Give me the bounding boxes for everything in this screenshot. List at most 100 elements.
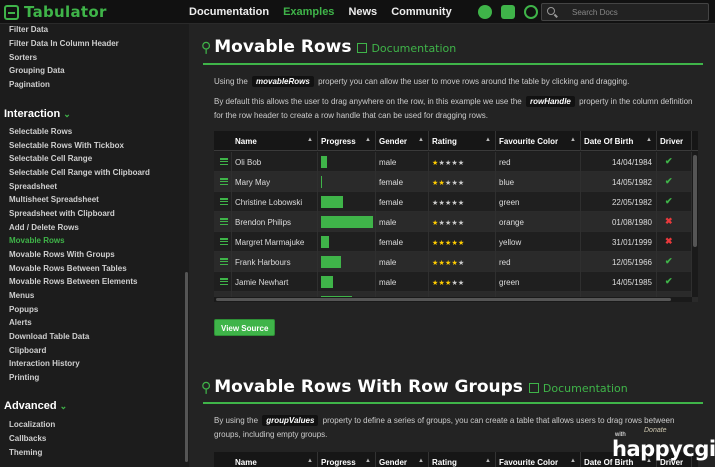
table-horizontal-scrollbar[interactable]: [214, 297, 692, 302]
column-header-favourite-color[interactable]: Favourite Color ▲: [496, 131, 581, 151]
star-rating[interactable]: ★★★★★: [432, 260, 464, 267]
column-header-gender[interactable]: Gender ▲: [376, 452, 429, 467]
sidebar-item-grouping-data[interactable]: Grouping Data: [9, 66, 65, 75]
table-row[interactable]: Brendon Philips male ★★★★★ orange 01/08/1980…: [214, 212, 698, 232]
sidebar-item-selectable-rows-with-tickbox[interactable]: Selectable Rows With Tickbox: [9, 141, 124, 150]
table-row[interactable]: Oli Bob male ★★★★★ red 14/04/1984 ✔: [214, 152, 698, 172]
nav-community[interactable]: Community: [391, 6, 452, 18]
sidebar-item-clipboard[interactable]: Clipboard: [9, 346, 46, 355]
nav-documentation[interactable]: Documentation: [189, 6, 269, 18]
star-rating[interactable]: ★★★★★: [432, 180, 464, 187]
column-header-label: Gender: [379, 458, 408, 467]
cell-driver: ✔: [657, 272, 692, 292]
star-rating[interactable]: ★★★★★: [432, 240, 464, 247]
sidebar-item-printing[interactable]: Printing: [9, 373, 39, 382]
column-header-gender[interactable]: Gender ▲: [376, 131, 429, 151]
github-icon[interactable]: [478, 5, 492, 19]
sidebar-item-movable-rows-between-elements[interactable]: Movable Rows Between Elements: [9, 277, 137, 286]
sort-arrow-icon[interactable]: ▲: [307, 458, 313, 464]
sidebar-item-interaction-history[interactable]: Interaction History: [9, 359, 80, 368]
sort-arrow-icon[interactable]: ▲: [485, 137, 491, 143]
table-row[interactable]: Jamie Newhart male ★★★★★ green 14/05/1985 ✔: [214, 272, 698, 292]
reddit-icon[interactable]: [524, 5, 538, 19]
sidebar-item-pagination[interactable]: Pagination: [9, 80, 50, 89]
brand-logo[interactable]: Tabulator: [4, 3, 107, 21]
star-rating[interactable]: ★★★★★: [432, 280, 464, 287]
table-row[interactable]: Margret Marmajuke female ★★★★★ yellow 31/01/…: [214, 232, 698, 252]
sidebar-item-download-table-data[interactable]: Download Table Data: [9, 332, 89, 341]
nav-news[interactable]: News: [348, 6, 377, 18]
cell-progress: [318, 192, 376, 212]
sidebar-item-alerts[interactable]: Alerts: [9, 318, 32, 327]
sidebar-item-spreadsheet-with-clipboard[interactable]: Spreadsheet with Clipboard: [9, 209, 115, 218]
sidebar-item-movable-rows[interactable]: Movable Rows: [9, 236, 65, 245]
sidebar-item-callbacks[interactable]: Callbacks: [9, 434, 46, 443]
sidebar-item-spreadsheet[interactable]: Spreadsheet: [9, 182, 57, 191]
sort-arrow-icon[interactable]: ▲: [570, 458, 576, 464]
search-input[interactable]: Search Docs: [541, 3, 709, 21]
drag-handle-icon[interactable]: [220, 258, 228, 266]
drag-handle-icon[interactable]: [220, 198, 228, 206]
star-rating[interactable]: ★★★★★: [432, 160, 464, 167]
star-rating[interactable]: ★★★★★: [432, 200, 464, 207]
sidebar-item-movable-rows-between-tables[interactable]: Movable Rows Between Tables: [9, 264, 127, 273]
discord-icon[interactable]: [501, 5, 515, 19]
drag-handle-icon[interactable]: [220, 278, 228, 286]
sidebar-item-filter-data-in-column-header[interactable]: Filter Data In Column Header: [9, 39, 119, 48]
sort-arrow-icon[interactable]: ▲: [365, 137, 371, 143]
drag-handle-icon[interactable]: [220, 178, 228, 186]
documentation-link[interactable]: Documentation: [357, 42, 456, 55]
sidebar-item-theming[interactable]: Theming: [9, 448, 42, 457]
view-source-button[interactable]: View Source: [214, 319, 276, 336]
table-row[interactable]: Frank Harbours male ★★★★★ red 12/05/1966 ✔: [214, 252, 698, 272]
column-header-rating[interactable]: Rating ▲: [429, 131, 496, 151]
sort-arrow-icon[interactable]: ▲: [418, 458, 424, 464]
sort-arrow-icon[interactable]: ▲: [485, 458, 491, 464]
column-header-favourite-color[interactable]: Favourite Color ▲: [496, 452, 581, 467]
table-row[interactable]: Mary May female ★★★★★ blue 14/05/1982 ✔: [214, 172, 698, 192]
sidebar-item-multisheet-spreadsheet[interactable]: Multisheet Spreadsheet: [9, 195, 99, 204]
sort-arrow-icon[interactable]: ▲: [418, 137, 424, 143]
column-header-progress[interactable]: Progress ▲: [318, 131, 376, 151]
column-header-date-of-birth[interactable]: Date Of Birth ▲: [581, 131, 657, 151]
sidebar-item-localization[interactable]: Localization: [9, 420, 55, 429]
sidebar-item-selectable-cell-range[interactable]: Selectable Cell Range: [9, 154, 92, 163]
star-rating[interactable]: ★★★★★: [432, 220, 464, 227]
sidebar-item-add-delete-rows[interactable]: Add / Delete Rows: [9, 223, 79, 232]
link-icon[interactable]: ⚲: [201, 380, 211, 396]
link-icon[interactable]: ⚲: [201, 40, 211, 56]
sidebar-item-sorters[interactable]: Sorters: [9, 53, 37, 62]
drag-handle-icon[interactable]: [220, 218, 228, 226]
drag-handle-icon[interactable]: [220, 238, 228, 246]
cell-rating: ★★★★★: [429, 152, 496, 172]
sidebar-item-selectable-rows[interactable]: Selectable Rows: [9, 127, 72, 136]
table-row[interactable]: Christine Lobowski female ★★★★★ green 22/05/…: [214, 192, 698, 212]
sort-arrow-icon[interactable]: ▲: [570, 137, 576, 143]
column-header-progress[interactable]: Progress ▲: [318, 452, 376, 467]
cell-row-handle: [214, 192, 232, 212]
sidebar-section-advanced[interactable]: Advanced ⌄: [4, 400, 67, 412]
documentation-link[interactable]: Documentation: [529, 382, 628, 395]
sidebar-item-movable-rows-with-groups[interactable]: Movable Rows With Groups: [9, 250, 115, 259]
sort-arrow-icon[interactable]: ▲: [365, 458, 371, 464]
sidebar-item-popups[interactable]: Popups: [9, 305, 38, 314]
sidebar-item-menus[interactable]: Menus: [9, 291, 34, 300]
column-header-name[interactable]: Name ▲: [232, 131, 318, 151]
sort-arrow-icon[interactable]: ▲: [307, 137, 313, 143]
sidebar-section-interaction[interactable]: Interaction ⌄: [4, 108, 71, 120]
text-fragment: By default this allows the user to drag …: [214, 97, 522, 106]
scrollbar-thumb[interactable]: [216, 298, 671, 301]
scrollbar-thumb[interactable]: [693, 155, 697, 247]
sidebar-item-selectable-cell-range-clipboard[interactable]: Selectable Cell Range with Clipboard: [9, 168, 150, 177]
sidebar-item-filter-data[interactable]: Filter Data: [9, 25, 48, 34]
cell-favourite-color: red: [496, 252, 581, 272]
column-header-rating[interactable]: Rating ▲: [429, 452, 496, 467]
sort-arrow-icon[interactable]: ▲: [646, 137, 652, 143]
table-vertical-scrollbar[interactable]: [692, 151, 698, 297]
drag-handle-icon[interactable]: [220, 158, 228, 166]
sidebar-scrollbar-thumb[interactable]: [185, 272, 188, 462]
column-header-name[interactable]: Name ▲: [232, 452, 318, 467]
nav-examples[interactable]: Examples: [283, 6, 334, 18]
column-header-driver[interactable]: Driver: [657, 131, 692, 151]
cell-name: Jamie Newhart: [232, 272, 318, 292]
